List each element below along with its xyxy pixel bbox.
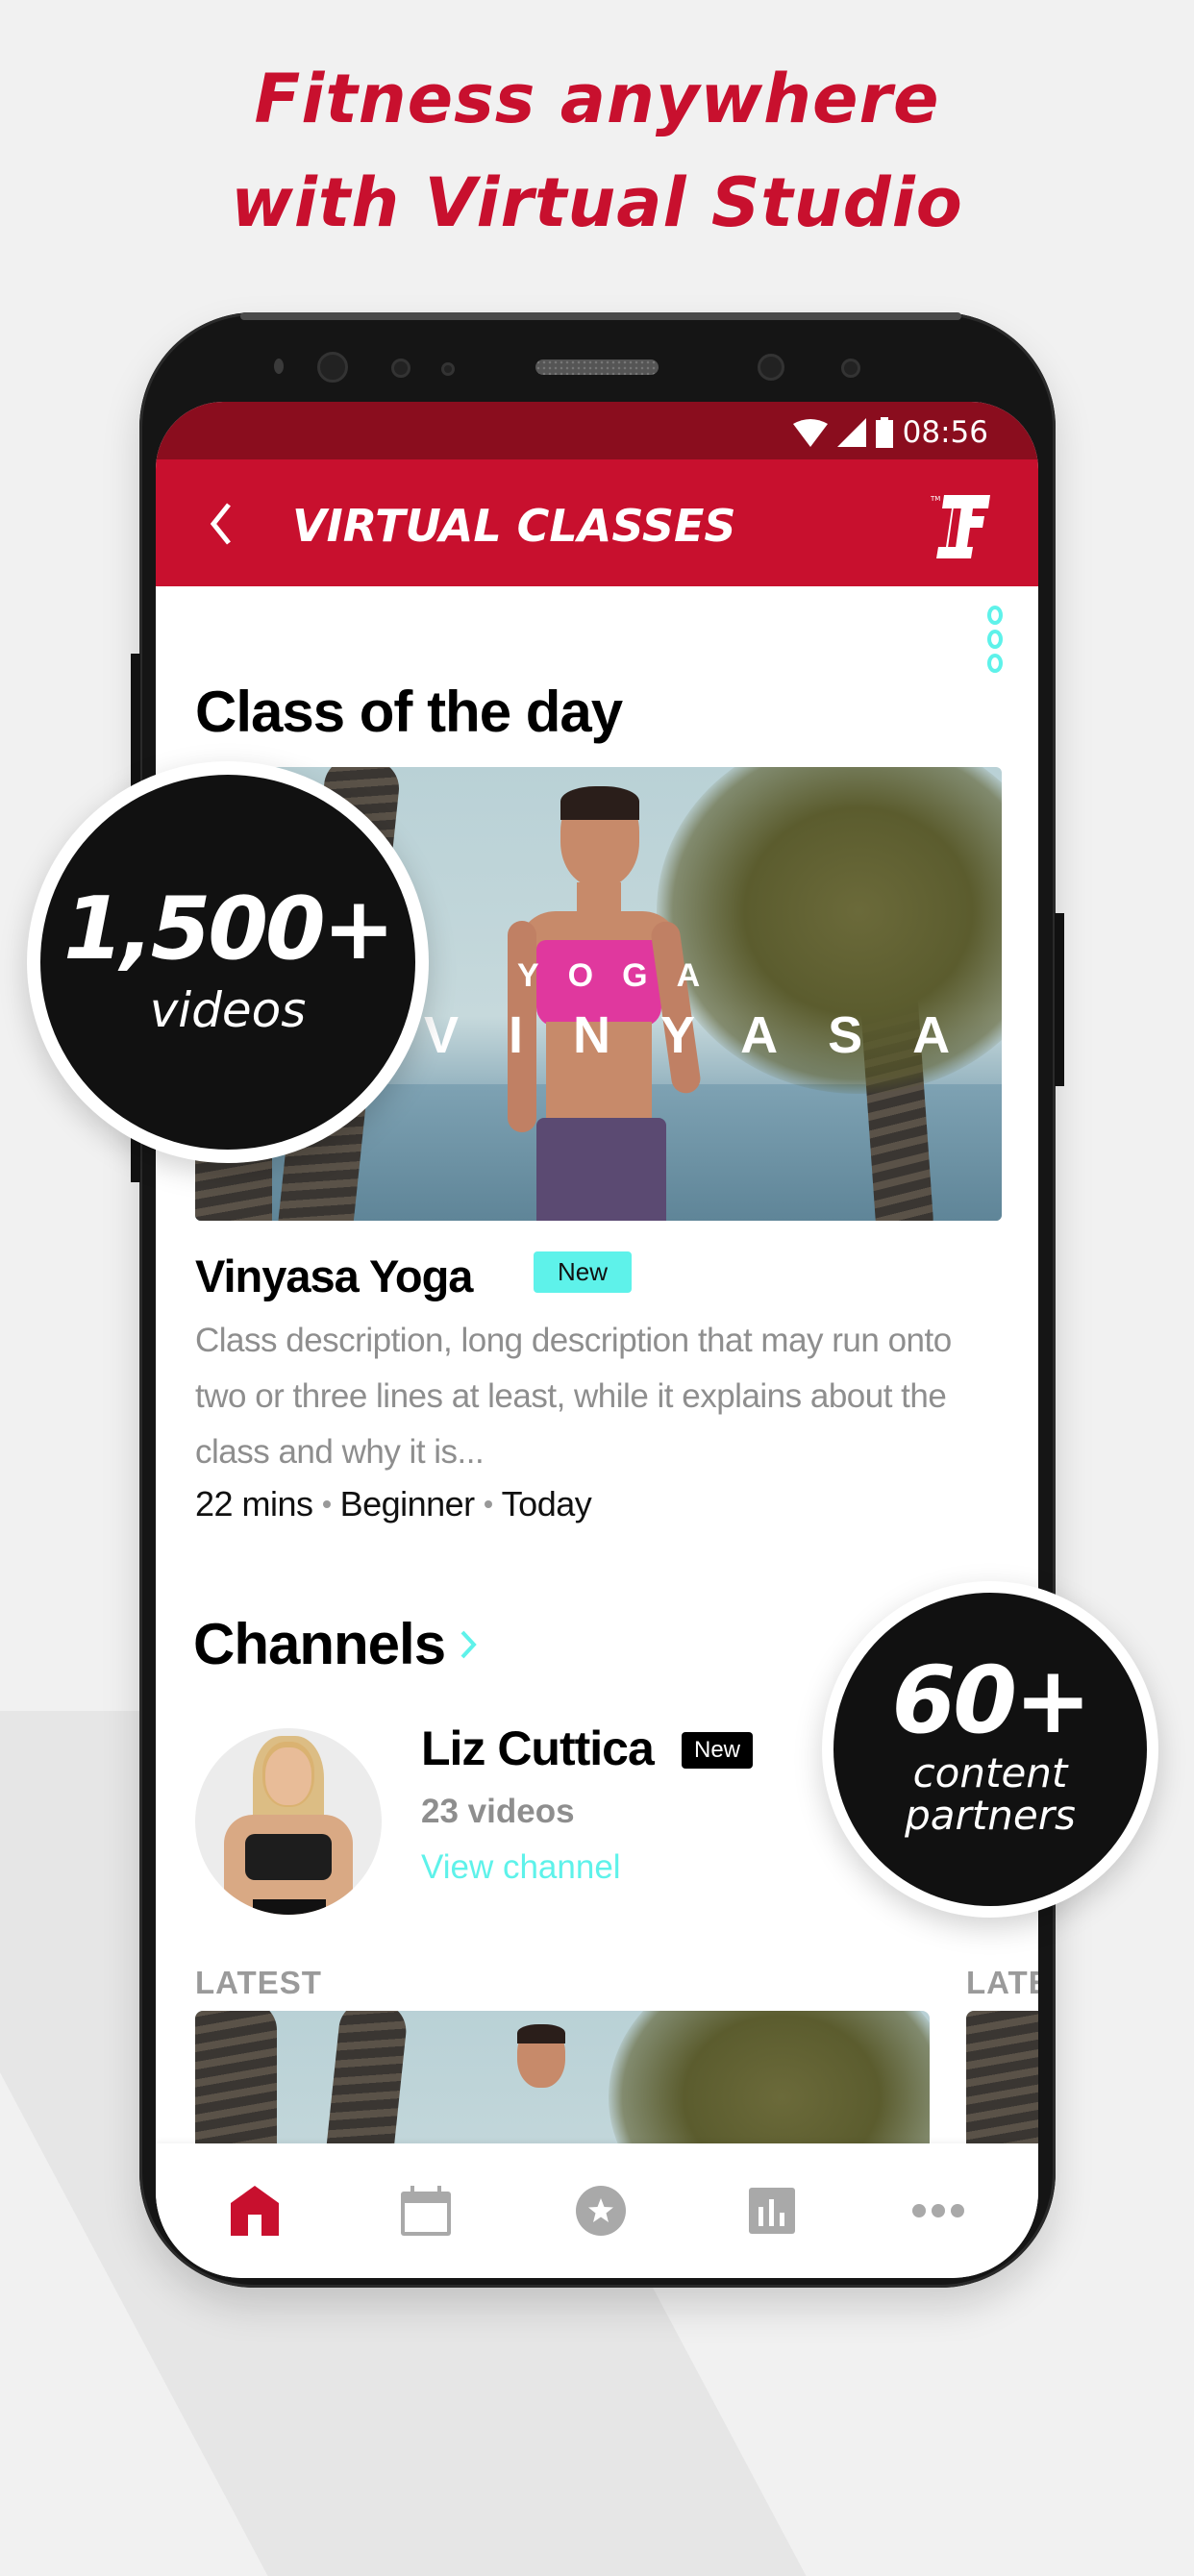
home-icon [231,2186,279,2236]
class-level: Beginner [339,1484,476,1523]
chevron-right-icon [460,1630,477,1658]
calendar-icon [401,2186,451,2236]
brand-logo: TM [931,495,990,558]
stat-partners-value: 60+ [891,1646,1091,1754]
bottom-navigation [156,2143,1038,2278]
stat-partners-label-line1: content [912,1748,1068,1796]
channels-heading: Channels [193,1612,446,1676]
phone-rim [240,312,961,320]
stat-videos-circle: 1,500+ videos [27,761,429,1163]
app-bar: VIRTUAL CLASSES TM [156,459,1038,586]
channel-new-badge: New [682,1732,753,1769]
channel-name[interactable]: Liz Cuttica [421,1721,655,1776]
nav-home[interactable] [226,2182,284,2240]
iris-camera-icon [758,354,784,381]
stat-partners-inner: 60+ content partners [833,1593,1147,1906]
bar-chart-icon [749,2188,795,2234]
status-time: 08:56 [902,415,988,450]
wifi-icon [792,419,828,447]
front-camera-icon [317,352,348,383]
nav-stats[interactable] [743,2182,801,2240]
stat-videos-inner: 1,500+ videos [40,775,415,1150]
new-badge: New [534,1251,632,1293]
class-of-the-day-heading: Class of the day [195,680,623,744]
back-button[interactable] [202,498,240,550]
phone-speaker [535,359,659,375]
class-duration: 22 mins [195,1484,313,1523]
phone-side-button [1055,913,1064,1086]
promo-headline-line2: with Virtual Studio [231,163,963,242]
instructor-figure [508,786,703,1221]
page-title: VIRTUAL CLASSES [292,500,736,552]
more-options-icon[interactable] [981,606,1009,673]
phone-sensor [441,362,455,376]
more-horizontal-icon [912,2204,964,2217]
stat-videos-label: videos [149,982,307,1038]
instructor-hair [517,2024,565,2043]
phone-side-button [131,654,140,798]
class-meta: 22 mins Beginner Today [195,1484,592,1524]
class-description: Class description, long description that… [195,1322,952,1471]
chevron-left-icon [210,503,231,545]
svg-text:TM: TM [931,495,940,503]
nav-more[interactable] [909,2182,967,2240]
battery-icon [875,417,893,448]
hero-overlay-vinyasa: VINYASA [424,1006,1001,1064]
channel-avatar[interactable] [195,1728,382,1915]
stat-partners-circle: 60+ content partners [822,1581,1158,1918]
star-icon [576,2186,626,2236]
phone-sensor [274,359,284,374]
phone-sensor [841,359,860,378]
stat-partners-label-line2: partners [905,1792,1076,1839]
nav-schedule[interactable] [397,2182,455,2240]
stat-videos-value: 1,500+ [62,879,395,979]
class-title[interactable]: Vinyasa Yoga [195,1250,473,1302]
app-screen: 08:56 VIRTUAL CLASSES TM Class of the da… [156,402,1038,2278]
view-channel-link[interactable]: View channel [421,1848,621,1887]
phone-sensor [391,359,410,378]
channels-heading-link[interactable]: Channels [193,1611,478,1677]
nav-favorites[interactable] [572,2182,630,2240]
separator-dot [484,1500,492,1508]
status-bar: 08:56 [156,402,1038,459]
latest-label-next: LATE [966,1965,1038,2000]
promo-headline-line1: Fitness anywhere [254,60,940,138]
signal-icon [836,418,866,447]
hero-overlay-yoga: YOGA [517,957,730,994]
separator-dot [322,1500,331,1508]
latest-label: LATEST [195,1965,322,2000]
class-date: Today [501,1484,592,1523]
channel-video-count: 23 videos [421,1793,575,1830]
